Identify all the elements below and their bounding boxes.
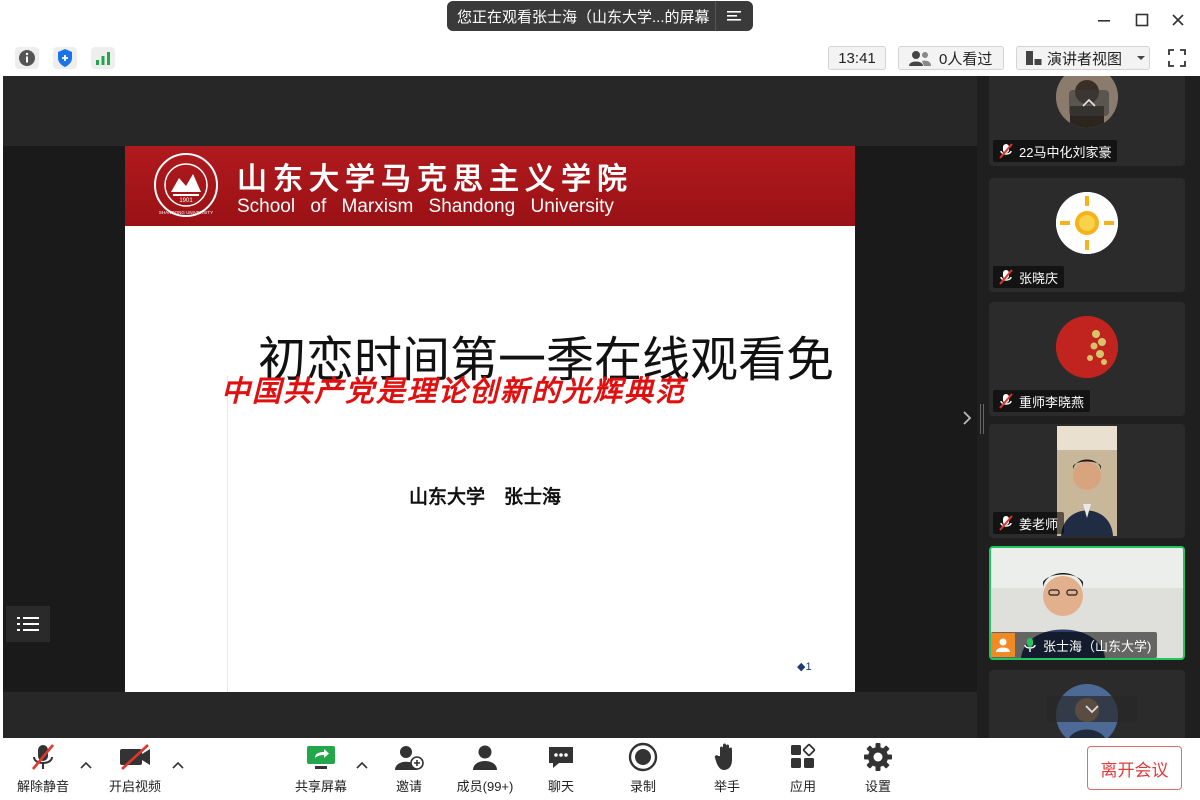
svg-text:1901: 1901 (179, 198, 193, 204)
slide-list-icon[interactable] (6, 606, 50, 642)
unmute-button[interactable]: 解除静音 (12, 740, 74, 796)
record-button[interactable]: 录制 (618, 740, 668, 796)
close-icon[interactable] (1166, 8, 1190, 32)
participant-label: 张晓庆 (993, 266, 1065, 288)
participant-video (1057, 426, 1117, 536)
fullscreen-icon[interactable] (1164, 47, 1190, 69)
mic-muted-icon (999, 393, 1013, 409)
minimize-icon[interactable] (1092, 8, 1116, 32)
info-icon[interactable] (15, 47, 39, 69)
participant-label: 重师李晓燕 (993, 390, 1091, 412)
participant-tile[interactable]: 张晓庆 (989, 178, 1185, 292)
slide-subtitle: 中国共产党是理论创新的光辉典范 (221, 374, 687, 408)
collapse-sidebar-chevron-icon[interactable] (960, 406, 974, 430)
apps-icon (789, 740, 817, 774)
participant-name: 姜老师 (1019, 516, 1059, 532)
gear-icon (863, 740, 893, 774)
layout-icon (1026, 51, 1042, 65)
participant-name: 22马中化刘家豪 (1019, 144, 1112, 160)
participant-label: 张士海（山东大学) (991, 632, 1158, 658)
meeting-toolbar: 解除静音 开启视频 共享屏幕 邀请 成员(99+) 聊天 录制 举手 应用 设置… (0, 738, 1200, 800)
chat-icon (547, 740, 575, 774)
video-off-icon (118, 740, 152, 774)
slide-author: 山东大学 张士海 (409, 487, 562, 508)
viewers-label: 0人看过 (939, 50, 993, 68)
participant-tile[interactable]: 重师李晓燕 (989, 302, 1185, 416)
view-mode-label: 演讲者视图 (1047, 50, 1123, 68)
record-icon (628, 740, 658, 774)
start-video-button[interactable]: 开启视频 (104, 740, 166, 796)
presentation-slide: 1901 SHANDONG UNIVERSITY 山东大学马克思主义学院 Sch… (125, 146, 855, 692)
slide-banner: 1901 SHANDONG UNIVERSITY 山东大学马克思主义学院 Sch… (125, 146, 855, 226)
svg-text:SHANDONG UNIVERSITY: SHANDONG UNIVERSITY (159, 210, 213, 215)
avatar (1056, 316, 1118, 378)
security-shield-icon[interactable] (53, 47, 77, 69)
avatar (1056, 192, 1118, 254)
participant-name: 张晓庆 (1019, 270, 1059, 286)
scroll-down-chevron-icon[interactable] (1047, 696, 1137, 722)
mic-muted-icon (29, 740, 57, 774)
share-options-caret-icon[interactable] (354, 758, 370, 772)
participant-strip: 22马中化刘家豪 张晓庆 重师李晓燕 姜老师 张士海（山东大学) (977, 76, 1200, 738)
screen-share-notice[interactable]: 您正在观看张士海（山东大学...的屏幕 (447, 1, 753, 31)
slide-page-number: ◆1 (797, 661, 812, 673)
participant-name: 张士海（山东大学) (1043, 638, 1152, 654)
host-badge-icon (991, 633, 1015, 657)
invite-button[interactable]: 邀请 (384, 740, 434, 796)
banner-title-cn: 山东大学马克思主义学院 (237, 162, 633, 197)
resize-handle[interactable] (980, 404, 984, 434)
chat-button[interactable]: 聊天 (536, 740, 586, 796)
mic-muted-icon (999, 269, 1013, 285)
participant-tile-active-speaker[interactable]: 张士海（山东大学) (989, 546, 1185, 660)
meeting-clock: 13:41 (828, 46, 886, 70)
mic-on-icon (1024, 638, 1036, 652)
members-icon (471, 740, 499, 774)
people-icon (909, 51, 931, 66)
members-button[interactable]: 成员(99+) (450, 740, 520, 796)
banner-title-en: School of Marxism Shandong University (237, 196, 614, 217)
chevron-down-icon (1137, 56, 1146, 60)
scroll-up-chevron-icon[interactable] (1069, 90, 1109, 116)
share-menu-icon[interactable] (715, 1, 751, 31)
viewers-count[interactable]: 0人看过 (898, 46, 1004, 70)
participant-label: 22马中化刘家豪 (993, 140, 1118, 162)
audio-options-caret-icon[interactable] (78, 758, 94, 772)
maximize-icon[interactable] (1130, 8, 1154, 32)
meeting-info-bar: 13:41 0人看过 演讲者视图 (0, 40, 1200, 76)
mic-muted-icon (999, 143, 1013, 159)
title-bar: 您正在观看张士海（山东大学...的屏幕 (0, 0, 1200, 40)
share-screen-button[interactable]: 共享屏幕 (290, 740, 352, 796)
raise-hand-icon (714, 740, 740, 774)
mic-muted-icon (999, 515, 1013, 531)
leave-meeting-button[interactable]: 离开会议 (1087, 746, 1182, 790)
participant-tile[interactable]: 姜老师 (989, 424, 1185, 538)
raise-hand-button[interactable]: 举手 (702, 740, 752, 796)
share-notice-text: 您正在观看张士海（山东大学...的屏幕 (457, 8, 710, 26)
shared-screen-stage: 1901 SHANDONG UNIVERSITY 山东大学马克思主义学院 Sch… (3, 76, 977, 738)
invite-icon (394, 740, 424, 774)
participant-label: 姜老师 (993, 512, 1065, 534)
share-screen-icon (305, 740, 337, 774)
settings-button[interactable]: 设置 (853, 740, 903, 796)
view-mode-select[interactable]: 演讲者视图 (1016, 46, 1150, 70)
video-options-caret-icon[interactable] (170, 758, 186, 772)
network-signal-icon[interactable] (91, 47, 115, 69)
participant-name: 重师李晓燕 (1019, 394, 1085, 410)
apps-button[interactable]: 应用 (778, 740, 828, 796)
university-seal-logo: 1901 SHANDONG UNIVERSITY (154, 153, 218, 217)
